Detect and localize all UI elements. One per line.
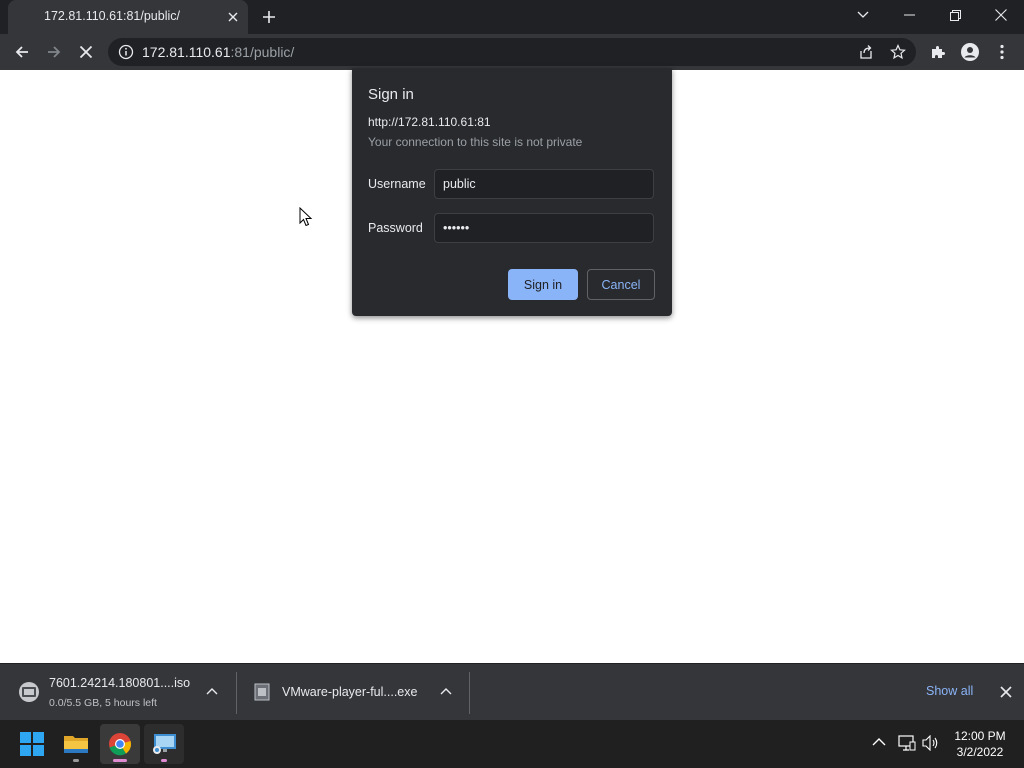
download-shelf: 7601.24214.180801....iso 0.0/5.5 GB, 5 h… (0, 663, 1024, 720)
stop-loading-icon[interactable] (72, 38, 100, 66)
dialog-url: http://172.81.110.61:81 (368, 115, 491, 129)
download-item-exe[interactable]: VMware-player-ful....exe (238, 664, 468, 720)
volume-icon[interactable] (922, 735, 940, 751)
share-icon[interactable] (852, 38, 880, 66)
taskbar: 12:00 PM 3/2/2022 (0, 720, 1024, 768)
site-info-icon[interactable] (118, 44, 134, 60)
tab-search-icon[interactable] (840, 0, 886, 30)
back-icon[interactable] (8, 38, 36, 66)
chevron-up-icon[interactable] (872, 737, 886, 746)
close-window-icon[interactable] (978, 0, 1024, 30)
dialog-privacy-note: Your connection to this site is not priv… (368, 135, 583, 149)
windows-start-icon[interactable] (12, 724, 52, 764)
browser-toolbar: 172.81.110.61:81/public/ (0, 34, 1024, 70)
dialog-title: Sign in (368, 86, 414, 103)
chevron-up-icon[interactable] (440, 687, 452, 695)
chrome-icon[interactable] (100, 724, 140, 764)
forward-icon[interactable] (40, 38, 68, 66)
password-label: Password (368, 221, 423, 235)
username-label: Username (368, 177, 426, 191)
show-all-link[interactable]: Show all (926, 684, 973, 698)
sign-in-button[interactable]: Sign in (508, 269, 578, 300)
running-indicator (161, 759, 167, 762)
mouse-cursor-icon (299, 207, 313, 227)
cancel-button[interactable]: Cancel (587, 269, 655, 300)
browser-tab[interactable]: 172.81.110.61:81/public/ (8, 0, 248, 34)
exe-file-icon (254, 683, 270, 701)
download-item-iso[interactable]: 7601.24214.180801....iso 0.0/5.5 GB, 5 h… (0, 664, 234, 720)
close-shelf-icon[interactable] (1000, 686, 1012, 698)
divider (469, 672, 470, 714)
address-bar[interactable]: 172.81.110.61:81/public/ (108, 38, 916, 66)
sign-in-dialog: Sign in http://172.81.110.61:81 Your con… (352, 68, 672, 316)
tab-strip: 172.81.110.61:81/public/ (0, 0, 1024, 34)
download-name: 7601.24214.180801....iso (49, 676, 191, 690)
password-field[interactable]: •••••• (434, 213, 654, 243)
clock-date: 3/2/2022 (956, 745, 1004, 759)
new-tab-icon[interactable] (258, 6, 280, 28)
chevron-up-icon[interactable] (206, 687, 218, 695)
tab-title: 172.81.110.61:81/public/ (44, 9, 180, 23)
bookmark-star-icon[interactable] (884, 38, 912, 66)
profile-icon[interactable] (956, 38, 984, 66)
address-text: 172.81.110.61:81/public/ (142, 44, 295, 60)
divider (236, 672, 237, 714)
active-indicator (113, 759, 127, 762)
extensions-icon[interactable] (924, 38, 952, 66)
iso-file-icon (18, 681, 40, 703)
remote-desktop-icon[interactable] (144, 724, 184, 764)
username-field[interactable]: public (434, 169, 654, 199)
running-indicator (73, 759, 79, 762)
file-explorer-icon[interactable] (56, 724, 96, 764)
download-name: VMware-player-ful....exe (282, 685, 418, 699)
tab-close-icon[interactable] (224, 8, 242, 26)
network-icon[interactable] (898, 735, 916, 751)
download-status: 0.0/5.5 GB, 5 hours left (49, 697, 157, 709)
restore-icon[interactable] (932, 0, 978, 30)
system-clock[interactable]: 12:00 PM 3/2/2022 (948, 728, 1012, 760)
minimize-icon[interactable] (886, 0, 932, 30)
clock-time: 12:00 PM (954, 729, 1006, 743)
menu-icon[interactable] (988, 38, 1016, 66)
